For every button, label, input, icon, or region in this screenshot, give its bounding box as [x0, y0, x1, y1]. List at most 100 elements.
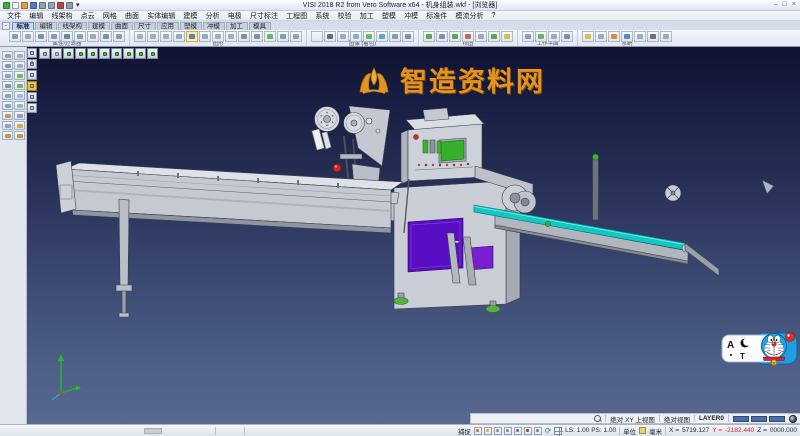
- snap-midpoint-icon[interactable]: [494, 427, 502, 435]
- fillet-icon[interactable]: [238, 31, 250, 42]
- doraemon-ime-toolbar[interactable]: A T: [721, 327, 799, 371]
- workplane-color-swatch[interactable]: [733, 416, 749, 422]
- select-tool-icon[interactable]: [2, 51, 13, 60]
- app-logo-icon[interactable]: [3, 2, 10, 9]
- snap-center-icon[interactable]: [504, 427, 512, 435]
- select-props-icon[interactable]: [9, 31, 21, 42]
- spline-icon[interactable]: [212, 31, 224, 42]
- database-icon[interactable]: [595, 31, 607, 42]
- snap-grid-icon[interactable]: [474, 427, 482, 435]
- wireframe-mode-icon[interactable]: [337, 31, 349, 42]
- minimize-button[interactable]: –: [774, 1, 778, 8]
- snap-intersection-icon[interactable]: [514, 427, 522, 435]
- active-layer-label[interactable]: LAYER0: [699, 415, 724, 422]
- filter-groups-icon[interactable]: [113, 31, 125, 42]
- toolbar-tab[interactable]: 标准: [12, 22, 34, 30]
- toolbar-tab[interactable]: 尺寸: [134, 22, 156, 30]
- delete-tool-icon[interactable]: [14, 51, 25, 60]
- view-color-swatch[interactable]: [751, 416, 767, 422]
- arc-icon[interactable]: [173, 31, 185, 42]
- zoom-in-icon[interactable]: [449, 31, 461, 42]
- left-view-button[interactable]: [111, 48, 122, 59]
- menu-item[interactable]: 标准件: [422, 11, 451, 21]
- filter-layers-icon[interactable]: [100, 31, 112, 42]
- menu-item[interactable]: 系统: [311, 11, 333, 21]
- chamfer-icon[interactable]: [251, 31, 263, 42]
- layer-box-button[interactable]: [27, 70, 37, 80]
- hidden-line-mode-icon[interactable]: [350, 31, 362, 42]
- menu-item[interactable]: 冲模: [400, 11, 422, 21]
- top-view-button[interactable]: [75, 48, 86, 59]
- previous-view-icon[interactable]: [501, 31, 513, 42]
- plugins-tool-icon[interactable]: [2, 131, 13, 140]
- menu-item[interactable]: 曲面: [121, 11, 143, 21]
- line-icon[interactable]: [147, 31, 159, 42]
- measure-tool-icon[interactable]: [2, 101, 13, 110]
- layer-color-swatch[interactable]: [769, 416, 785, 422]
- filter-solids-icon[interactable]: [35, 31, 47, 42]
- wireframe-view-button[interactable]: [51, 48, 62, 59]
- help-system-icon[interactable]: [634, 31, 646, 42]
- verify-tool-icon[interactable]: [14, 71, 25, 80]
- menu-item[interactable]: 加工: [356, 11, 378, 21]
- menu-item[interactable]: 校验: [333, 11, 355, 21]
- filter-curves-icon[interactable]: [74, 31, 86, 42]
- shaded-mode-icon[interactable]: [311, 31, 323, 42]
- menu-item[interactable]: ?: [488, 12, 500, 19]
- menu-item[interactable]: 模流分析: [451, 11, 487, 21]
- shaded-edges-mode-icon[interactable]: [324, 31, 336, 42]
- attributes-button[interactable]: A: [27, 59, 37, 69]
- macro-icon[interactable]: [647, 31, 659, 42]
- dynamic-section-icon[interactable]: [376, 31, 388, 42]
- toolbar-tab[interactable]: 曲面: [111, 22, 133, 30]
- face-filter-button[interactable]: [27, 92, 37, 102]
- zoom-all-icon[interactable]: [423, 31, 435, 42]
- toolbar-tab[interactable]: 加工: [226, 22, 248, 30]
- pan-icon[interactable]: [475, 31, 487, 42]
- print-icon[interactable]: [48, 2, 55, 9]
- save-all-icon[interactable]: [39, 2, 46, 9]
- workplane-xy-icon[interactable]: [522, 31, 534, 42]
- iso-view-button[interactable]: [63, 48, 74, 59]
- materials-icon[interactable]: [389, 31, 401, 42]
- 3d-viewport[interactable]: A 智造资料网: [27, 47, 800, 424]
- solid-filter-button[interactable]: [27, 81, 37, 91]
- open-file-icon[interactable]: [21, 2, 28, 9]
- axon-view-button[interactable]: [147, 48, 158, 59]
- menu-item[interactable]: 文件: [3, 11, 25, 21]
- workplane-status[interactable]: 绝对 XY 上视图: [610, 414, 655, 424]
- settings-icon[interactable]: [608, 31, 620, 42]
- bottom-view-button[interactable]: [135, 48, 146, 59]
- text-icon[interactable]: [290, 31, 302, 42]
- move-tool-icon[interactable]: [2, 61, 13, 70]
- toolbar-tab[interactable]: 线架构: [58, 22, 87, 30]
- workplane-face-icon[interactable]: [535, 31, 547, 42]
- grid-toggle-icon[interactable]: [554, 427, 562, 435]
- back-view-button[interactable]: [99, 48, 110, 59]
- front-view-button[interactable]: [87, 48, 98, 59]
- save-icon[interactable]: [30, 2, 37, 9]
- qat-customize-dropdown-icon[interactable]: ▾: [73, 1, 80, 9]
- window-layout-icon[interactable]: [621, 31, 633, 42]
- right-view-button[interactable]: [123, 48, 134, 59]
- filter-edges-icon[interactable]: [61, 31, 73, 42]
- toolbar-tab[interactable]: 冲模: [203, 22, 225, 30]
- menu-item[interactable]: 建模: [179, 11, 201, 21]
- toolbar-tab[interactable]: 编辑: [35, 22, 57, 30]
- maximize-button[interactable]: □: [783, 1, 787, 8]
- rotate-view-icon[interactable]: [488, 31, 500, 42]
- offset-icon[interactable]: [277, 31, 289, 42]
- toolbar-collapse-button[interactable]: -: [2, 22, 10, 30]
- workplane-reset-icon[interactable]: [561, 31, 573, 42]
- section-tool-icon[interactable]: [14, 101, 25, 110]
- new-file-icon[interactable]: [12, 2, 19, 9]
- scale-tool-icon[interactable]: [2, 71, 13, 80]
- magnifier-icon[interactable]: [594, 415, 601, 422]
- polygon-icon[interactable]: [199, 31, 211, 42]
- snap-endpoint-icon[interactable]: [484, 427, 492, 435]
- layers-tool-icon[interactable]: [14, 91, 25, 100]
- info-icon[interactable]: [660, 31, 672, 42]
- layer-manager-icon[interactable]: [582, 31, 594, 42]
- menu-item[interactable]: 点云: [77, 11, 99, 21]
- point-icon[interactable]: [134, 31, 146, 42]
